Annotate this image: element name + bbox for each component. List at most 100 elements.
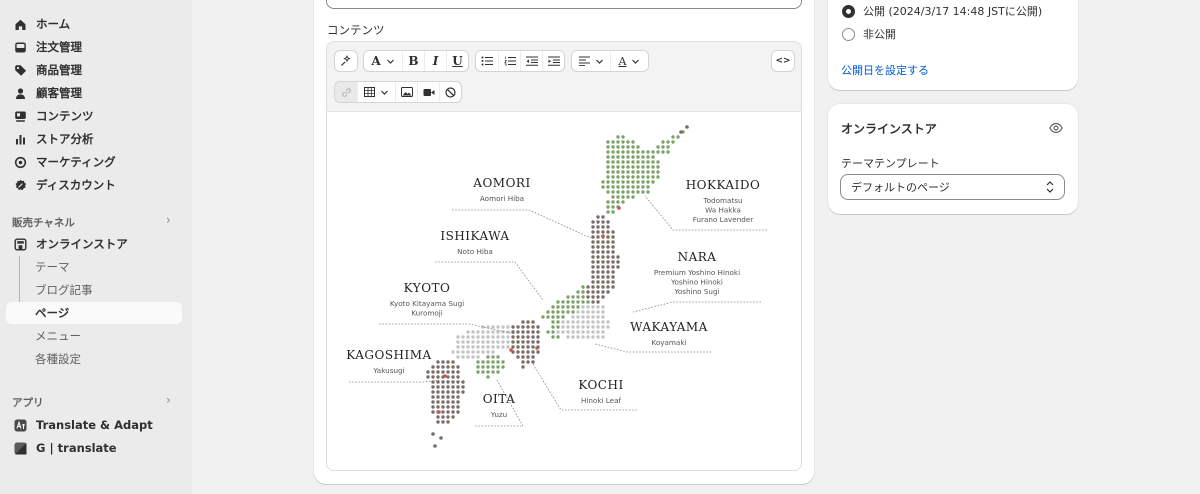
video-icon[interactable]	[417, 82, 439, 102]
sub-theme[interactable]: テーマ	[6, 256, 182, 278]
nav-products[interactable]: 商品管理	[6, 59, 182, 81]
map-dot	[666, 140, 670, 144]
map-dot	[551, 315, 555, 319]
app-translate-adapt[interactable]: Translate & Adapt	[6, 414, 182, 436]
radio-unpublished[interactable]: 非公開	[842, 26, 896, 42]
map-dot	[626, 180, 630, 184]
nav-online-store[interactable]: オンラインストア	[6, 233, 182, 255]
map-dot	[611, 245, 615, 249]
map-dot	[576, 335, 580, 339]
clear-format-icon[interactable]	[439, 82, 461, 102]
title-input[interactable]	[326, 0, 802, 9]
map-dot	[631, 140, 635, 144]
map-dot	[581, 335, 585, 339]
image-icon[interactable]	[395, 82, 417, 102]
nav-home[interactable]: ホーム	[6, 13, 182, 35]
nav-marketing[interactable]: マーケティング	[6, 151, 182, 173]
link-icon[interactable]	[335, 82, 357, 102]
map-dot	[596, 235, 600, 239]
map-dot	[611, 250, 615, 254]
nav-analytics[interactable]: ストア分析	[6, 128, 182, 150]
editor-canvas[interactable]: AOMORI Aomori Hiba HOKKAIDO Todomatsu Wa Hak…	[327, 112, 801, 470]
radio-empty-icon[interactable]	[842, 27, 855, 41]
code-view-icon[interactable]: <>	[772, 51, 794, 71]
sub-blog[interactable]: ブログ記事	[6, 279, 182, 301]
map-dot	[611, 200, 615, 204]
region-species: Noto Hiba	[457, 247, 493, 256]
map-dot	[496, 325, 500, 329]
eye-icon[interactable]	[1049, 119, 1063, 138]
align-button[interactable]	[572, 51, 610, 71]
map-dot	[451, 375, 455, 379]
map-dot	[571, 305, 575, 309]
map-dot	[606, 170, 610, 174]
map-dot	[461, 390, 465, 394]
map-dot	[436, 420, 440, 424]
bullet-list-icon[interactable]	[476, 51, 498, 71]
underline-button[interactable]: U	[446, 51, 468, 71]
theme-template-select[interactable]: デフォルトのページ	[840, 174, 1065, 200]
chevron-right-icon[interactable]: ›	[166, 393, 171, 407]
map-dot	[426, 375, 430, 379]
map-dot	[651, 155, 655, 159]
outdent-icon[interactable]	[520, 51, 542, 71]
map-dot	[591, 325, 595, 329]
nav-customers[interactable]: 顧客管理	[6, 82, 182, 104]
map-dot	[431, 400, 435, 404]
app-g-translate[interactable]: G | translate	[6, 437, 182, 459]
map-dot	[491, 330, 495, 334]
sub-menu[interactable]: メニュー	[6, 325, 182, 347]
map-dot	[626, 140, 630, 144]
map-dot	[661, 145, 665, 149]
radio-selected-icon[interactable]	[842, 4, 855, 18]
map-dot	[481, 370, 485, 374]
map-dot	[451, 365, 455, 369]
map-dot	[571, 325, 575, 329]
rich-text-editor: A B I U A <> AOMORI Aomori Hiba HOKKAIDO…	[326, 41, 802, 471]
radio-published[interactable]: 公開 (2024/3/17 14:48 JSTに公開)	[842, 3, 1042, 19]
map-dot	[666, 145, 670, 149]
map-dot	[656, 145, 660, 149]
map-dot	[617, 206, 621, 210]
set-publish-date-link[interactable]: 公開日を設定する	[841, 62, 929, 78]
font-style-button[interactable]: A	[364, 51, 402, 71]
magic-icon[interactable]	[335, 51, 357, 71]
region-species: Koyamaki	[652, 338, 687, 347]
map-dot	[456, 380, 460, 384]
map-dot	[481, 350, 485, 354]
text-color-button[interactable]: A	[610, 51, 648, 71]
map-dot	[506, 340, 510, 344]
sub-pages[interactable]: ページ	[6, 302, 182, 324]
chevron-right-icon[interactable]: ›	[166, 213, 171, 227]
map-dot	[616, 160, 620, 164]
nav-content[interactable]: コンテンツ	[6, 105, 182, 127]
map-dot	[456, 355, 460, 359]
map-dot	[611, 150, 615, 154]
bold-button[interactable]: B	[402, 51, 424, 71]
numbered-list-icon[interactable]	[498, 51, 520, 71]
map-dot	[436, 380, 440, 384]
map-dot	[471, 355, 475, 359]
map-dot	[437, 410, 441, 414]
map-dot	[556, 310, 560, 314]
map-dot	[601, 285, 605, 289]
italic-button[interactable]: I	[424, 51, 446, 71]
map-dot	[591, 295, 595, 299]
map-dot	[516, 335, 520, 339]
map-dot	[431, 375, 435, 379]
nav-orders[interactable]: 注文管理	[6, 36, 182, 58]
map-dot	[591, 255, 595, 259]
map-dot	[616, 195, 620, 199]
map-dot	[486, 355, 490, 359]
map-dot	[591, 265, 595, 269]
nav-discounts[interactable]: ディスカウント	[6, 174, 182, 196]
map-dot	[586, 315, 590, 319]
map-dot	[606, 240, 610, 244]
table-button[interactable]	[357, 82, 395, 102]
map-dot	[436, 405, 440, 409]
map-dot	[531, 355, 535, 359]
sub-settings[interactable]: 各種設定	[6, 348, 182, 370]
indent-icon[interactable]	[542, 51, 564, 71]
map-dot	[426, 370, 430, 374]
map-dot	[451, 410, 455, 414]
